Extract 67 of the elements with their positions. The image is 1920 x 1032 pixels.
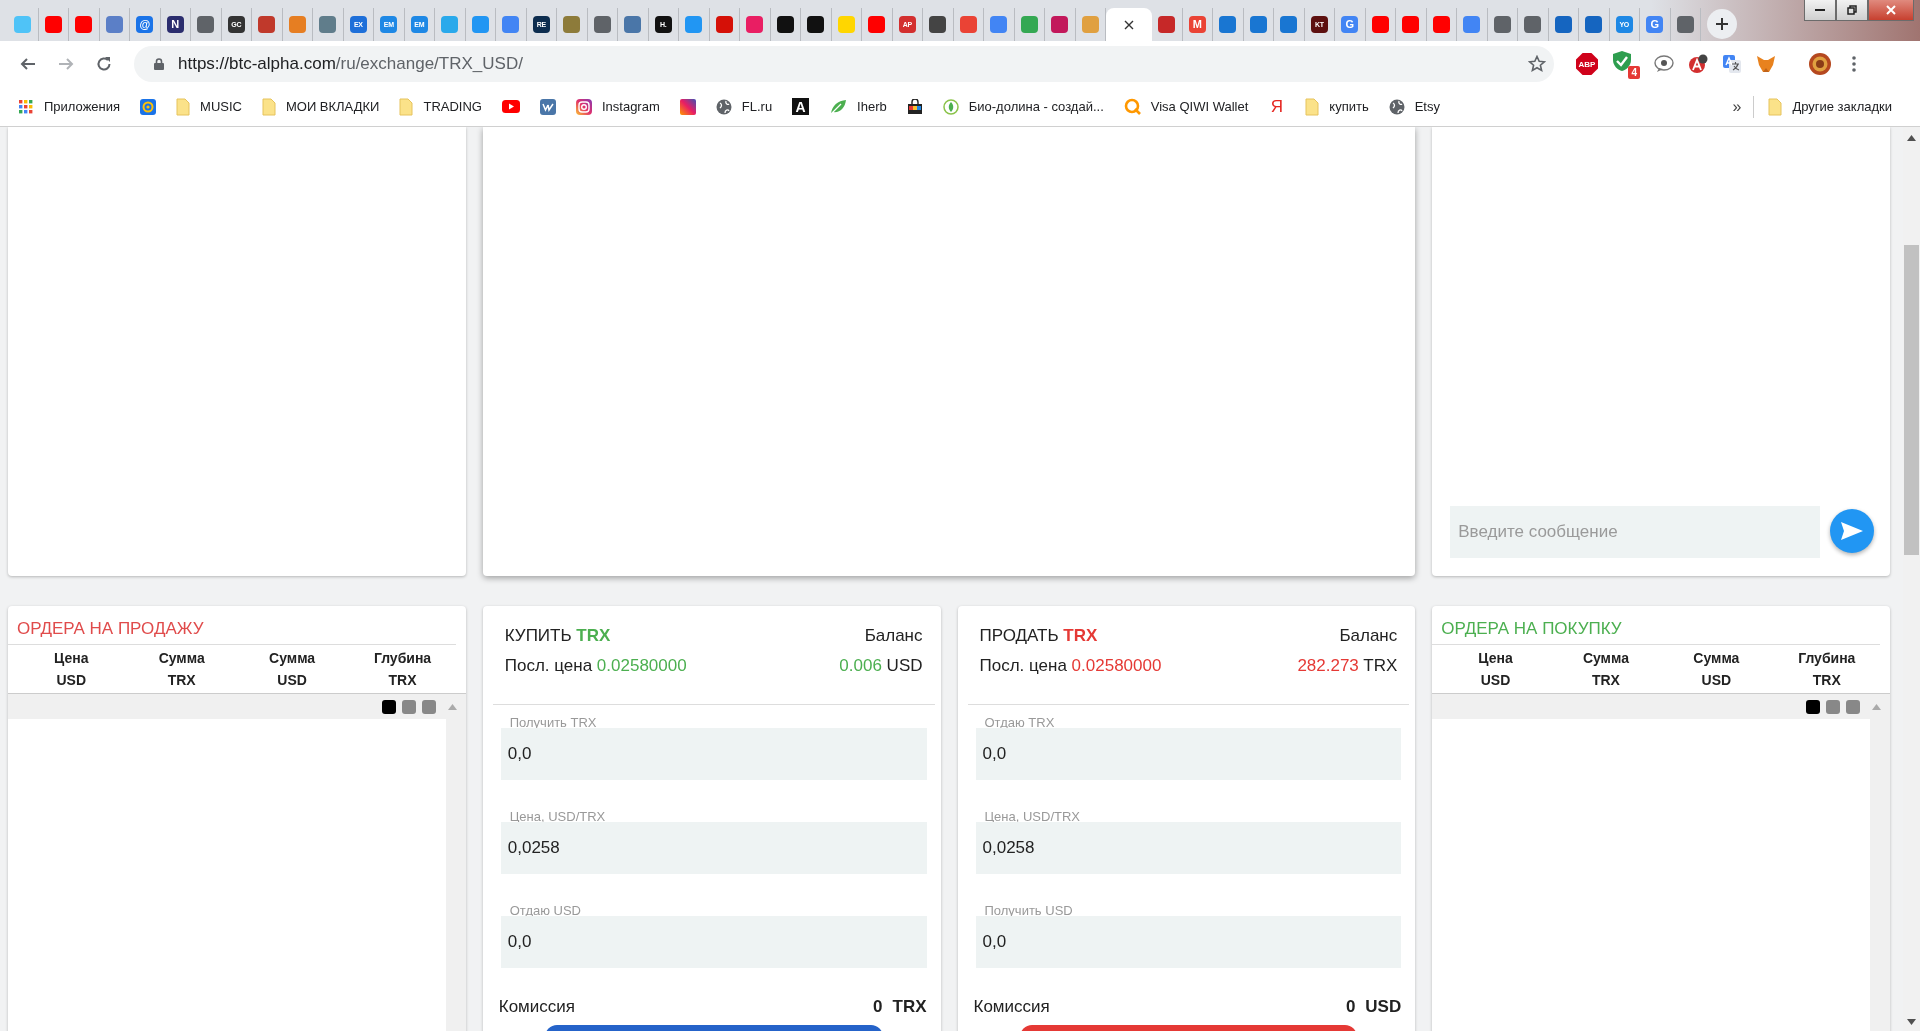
message-input-field[interactable]: Введите сообщение	[1450, 506, 1820, 558]
favicon-logo: N	[166, 16, 184, 33]
browser-tab[interactable]: N	[160, 8, 191, 41]
commission-unit: USD	[1365, 997, 1402, 1017]
last-price: Посл. цена 0.02580000	[979, 656, 1162, 676]
commission-amount: 0	[1345, 997, 1356, 1017]
field-label: Отдаю USD	[509, 903, 582, 918]
column-header: Глубина TRX	[1797, 649, 1857, 690]
amount-input-field[interactable]: 0,0	[975, 728, 1402, 780]
amount-input-field[interactable]: 0,0	[975, 916, 1402, 968]
favicon-logo: @	[136, 16, 154, 33]
bookmark[interactable]: Био-долина - создай...	[942, 98, 1104, 115]
field-label: Получить USD	[984, 903, 1074, 918]
balance-label: Баланс	[1339, 626, 1398, 646]
field-label: Цена, USD/TRX	[509, 809, 607, 824]
column-header: Сумма TRX	[1581, 649, 1630, 690]
panel-title: ОРДЕРА НА ПРОДАЖУ	[8, 606, 456, 645]
favicon-logo: G	[1341, 16, 1359, 33]
column-header: Глубина TRX	[372, 649, 433, 690]
browser-tab[interactable]: G	[1640, 8, 1671, 41]
bookmark[interactable]: Я	[1268, 98, 1286, 115]
bookmark[interactable]: Visa QIWI Wallet	[1123, 98, 1249, 115]
column-header: Сумма TRX	[157, 649, 206, 690]
favicon-logo: G	[1646, 16, 1664, 33]
bookmark[interactable]: Приложения	[18, 98, 121, 115]
last-price: Посл. цена 0.02580000	[504, 656, 687, 676]
commission-label: Комиссия	[498, 997, 575, 1017]
amount-input-field[interactable]: 0,0258	[975, 822, 1402, 874]
notification-badge: 4	[1628, 65, 1640, 79]
url-text: https://btc-alpha.com/ru/exchange/TRX_USD/	[178, 54, 523, 74]
field-label: Отдаю TRX	[984, 715, 1056, 730]
browser-tab[interactable]: G	[1335, 8, 1366, 41]
balance-label: Баланс	[864, 626, 923, 646]
address-bar[interactable]: https://btc-alpha.com/ru/exchange/TRX_USD/	[134, 46, 1554, 82]
form-title: ПРОДАТЬ TRX	[979, 626, 1098, 646]
bookmark-folder[interactable]: TRADING	[399, 97, 482, 116]
commission-amount: 0	[873, 997, 883, 1017]
field-label: Цена, USD/TRX	[984, 809, 1082, 824]
adblock-extension-button[interactable]: ABP	[1576, 53, 1598, 75]
browser-tab[interactable]: @	[130, 8, 161, 41]
amount-input-field[interactable]: 0,0	[500, 916, 927, 968]
favicon-logo: M	[1188, 16, 1206, 33]
column-header: Цена USD	[53, 649, 90, 690]
bookmark[interactable]: A	[792, 98, 810, 115]
balance-value: 0.006 USD	[839, 656, 923, 676]
shield-extension-button[interactable]: 4	[1612, 49, 1640, 79]
bookmark[interactable]: FL.ru	[715, 98, 773, 115]
panel-title: ОРДЕРА НА ПОКУПКУ	[1432, 606, 1880, 645]
column-header: Цена USD	[1477, 649, 1514, 690]
form-title: КУПИТЬ TRX	[504, 626, 611, 646]
bookmark-folder[interactable]: MUSIC	[176, 97, 242, 116]
commission-label: Комиссия	[973, 997, 1050, 1017]
amount-input-field[interactable]: 0,0	[500, 728, 927, 780]
bookmark-folder[interactable]: купить	[1305, 97, 1369, 116]
field-label: Получить TRX	[509, 715, 598, 730]
bookmark[interactable]: Instagram	[575, 98, 660, 115]
bookmark[interactable]: Etsy	[1388, 98, 1440, 115]
column-header: Сумма USD	[1692, 649, 1741, 690]
column-header: Сумма USD	[268, 649, 317, 690]
commission-unit: TRX	[892, 997, 927, 1017]
more-bookmarks-button[interactable]: »	[1732, 97, 1742, 116]
balance-value: 282.273 TRX	[1297, 656, 1398, 676]
bookmark[interactable]: Iherb	[829, 98, 887, 115]
bookmark-folder[interactable]: МОИ ВКЛАДКИ	[261, 97, 380, 116]
bookmark-folder[interactable]: Другие закладки	[1768, 97, 1892, 116]
amount-input-field[interactable]: 0,0258	[500, 822, 927, 874]
browser-tab[interactable]: M	[1182, 8, 1213, 41]
